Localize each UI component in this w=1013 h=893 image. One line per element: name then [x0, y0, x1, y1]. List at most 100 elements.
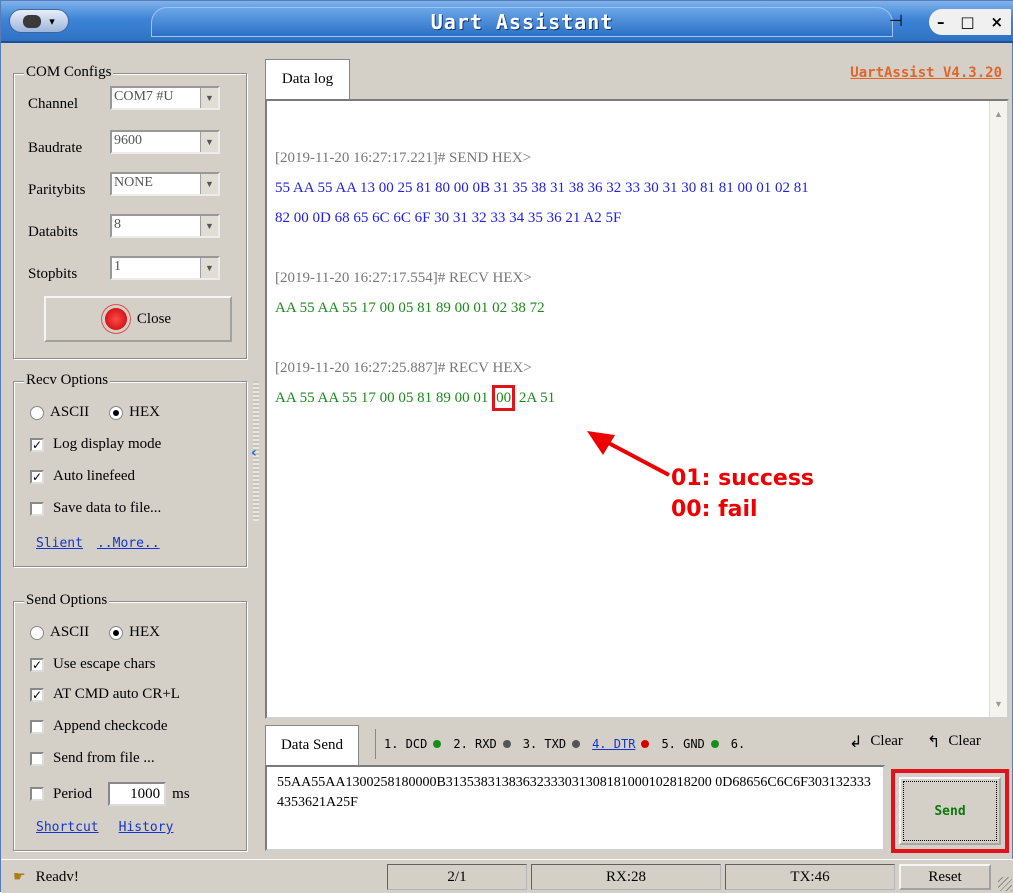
dropdown-arrow-icon: ▼ [200, 88, 218, 108]
send-options-title: Send Options [24, 592, 110, 609]
collapse-arrow-icon[interactable]: ‹ [251, 445, 257, 461]
log-recv-line-1: AA 55 AA 55 17 00 05 81 89 00 01 02 38 7… [275, 300, 545, 316]
escape-chars-label: Use escape chars [53, 656, 156, 672]
channel-label: Channel [28, 95, 78, 112]
log-display-checkbox[interactable]: ✓ [30, 437, 44, 452]
send-hex-radio[interactable] [109, 625, 124, 640]
recv-ascii-radio[interactable] [30, 405, 44, 420]
app-logo-icon [23, 14, 42, 28]
baudrate-select[interactable]: 9600 ▼ [110, 130, 220, 154]
version-link[interactable]: UartAssist V4.3.20 [850, 65, 1002, 81]
period-input[interactable]: 1000 [108, 782, 167, 806]
signal-gnd-led [710, 740, 719, 748]
paritybits-value: NONE [114, 175, 153, 190]
more-link[interactable]: ..More.. [97, 536, 160, 551]
escape-chars-checkbox[interactable]: ✓ [30, 657, 44, 672]
at-cmd-checkbox[interactable]: ✓ [30, 687, 44, 702]
signal-dtr[interactable]: 4. DTR [592, 737, 650, 751]
clear-receive-button[interactable]: ↲ Clear [849, 732, 903, 751]
minimize-icon[interactable]: – [937, 13, 945, 31]
clear-send-label: Clear [948, 733, 981, 749]
signal-rxd-led [502, 740, 511, 748]
send-button[interactable]: Send [899, 777, 1001, 845]
annotation-arrow [587, 431, 670, 477]
app-window: ▾ Uart Assistant ⊣ – □ × COM Configs Cha… [0, 0, 1013, 893]
scroll-up-icon[interactable]: ▲ [990, 109, 1007, 119]
recv-options-group: Recv Options ASCII HEX ✓ Log display mode… [13, 372, 247, 567]
signal-gnd-label: 5. GND [661, 737, 705, 751]
log-lines: [2019-11-20 16:27:17.221]# SEND HEX> 55 … [275, 143, 985, 413]
auto-linefeed-checkbox[interactable]: ✓ [30, 469, 44, 484]
close-port-button[interactable]: Close [44, 296, 232, 342]
port-status-icon [104, 308, 127, 330]
log-recv-suffix: 2A 51 [515, 390, 556, 406]
chevron-down-icon: ▾ [49, 14, 55, 28]
send-ascii-radio[interactable] [30, 625, 44, 640]
clear-send-button[interactable]: ↰ Clear [927, 732, 981, 751]
recv-hex-radio[interactable] [109, 405, 124, 420]
close-port-label: Close [136, 310, 172, 327]
paritybits-select[interactable]: NONE ▼ [110, 172, 220, 196]
annotation-text: 01: success 00: fail [671, 463, 814, 525]
at-cmd-label: AT CMD auto CR+L [53, 686, 180, 702]
com-configs-group: COM Configs Channel COM7 #U ▼ Baudrate 96… [13, 64, 247, 359]
scroll-down-icon[interactable]: ▼ [990, 699, 1007, 709]
signal-6: 6. [731, 737, 745, 751]
auto-linefeed-label: Auto linefeed [53, 468, 136, 484]
stopbits-select[interactable]: 1 ▼ [110, 256, 220, 280]
send-data-input[interactable]: 55AA55AA1300258180000B313538313836323330… [265, 765, 885, 851]
maximize-icon[interactable]: □ [960, 13, 974, 31]
tab-data-log[interactable]: Data log [265, 59, 350, 99]
log-timestamp-2: [2019-11-20 16:27:17.554]# RECV HEX> [275, 270, 532, 286]
signal-dtr-label[interactable]: 4. DTR [592, 737, 635, 751]
dropdown-arrow-icon: ▼ [200, 258, 218, 278]
resize-grip-icon[interactable] [998, 877, 1012, 891]
recv-options-title: Recv Options [24, 372, 111, 389]
slient-link[interactable]: Slient [36, 536, 83, 551]
databits-value: 8 [114, 217, 121, 232]
shortcut-link[interactable]: Shortcut [36, 820, 99, 835]
log-scrollbar[interactable]: ▲ ▼ [989, 101, 1007, 717]
save-file-checkbox[interactable] [30, 501, 44, 516]
status-ready-text: Readv! [35, 868, 79, 885]
send-ascii-label: ASCII [50, 624, 90, 640]
com-configs-title: COM Configs [24, 64, 114, 81]
checkcode-checkbox[interactable] [30, 719, 44, 734]
annotation-fail: 00: fail [671, 497, 758, 522]
checkcode-label: Append checkcode [53, 718, 168, 734]
channel-select[interactable]: COM7 #U ▼ [110, 86, 220, 110]
log-recv-line-2: AA 55 AA 55 17 00 05 81 89 00 01 00 2A 5… [275, 383, 985, 413]
databits-label: Databits [28, 223, 78, 240]
signal-gnd: 5. GND [661, 737, 719, 751]
status-count: 2/1 [387, 864, 527, 890]
status-ready: ☛ Readv! [5, 864, 245, 890]
reset-button[interactable]: Reset [899, 864, 991, 890]
signal-indicators: 1. DCD 2. RXD 3. TXD 4. DTR 5. GND 6. [375, 729, 835, 759]
status-byte-highlight: 00 [492, 385, 516, 411]
annotation-success: 01: success [671, 466, 815, 491]
baudrate-value: 9600 [114, 133, 142, 148]
signal-dcd-led [433, 740, 442, 748]
databits-select[interactable]: 8 ▼ [110, 214, 220, 238]
history-link[interactable]: History [119, 820, 174, 835]
dropdown-arrow-icon: ▼ [200, 216, 218, 236]
hand-icon: ☛ [13, 869, 26, 885]
log-timestamp-3: [2019-11-20 16:27:25.887]# RECV HEX> [275, 360, 532, 376]
signal-dcd: 1. DCD [384, 737, 442, 751]
pin-icon[interactable]: ⊣ [889, 11, 903, 30]
window-controls: – □ × [929, 9, 1011, 35]
close-icon[interactable]: × [990, 13, 1003, 31]
tab-data-send[interactable]: Data Send [265, 725, 359, 765]
log-recv-prefix: AA 55 AA 55 17 00 05 81 89 00 01 [275, 390, 493, 406]
dropdown-arrow-icon: ▼ [200, 174, 218, 194]
recv-ascii-label: ASCII [50, 404, 90, 420]
send-button-highlight: Send [891, 769, 1009, 853]
data-log-area[interactable]: [2019-11-20 16:27:17.221]# SEND HEX> 55 … [265, 99, 1009, 719]
status-bar: ☛ Readv! 2/1 RX:28 TX:46 Reset [1, 859, 1013, 893]
clear-receive-label: Clear [870, 733, 903, 749]
period-checkbox[interactable] [30, 787, 44, 801]
signal-dtr-led [641, 740, 650, 748]
signal-txd: 3. TXD [523, 737, 581, 751]
system-menu-button[interactable]: ▾ [9, 9, 69, 33]
send-file-checkbox[interactable] [30, 751, 44, 766]
